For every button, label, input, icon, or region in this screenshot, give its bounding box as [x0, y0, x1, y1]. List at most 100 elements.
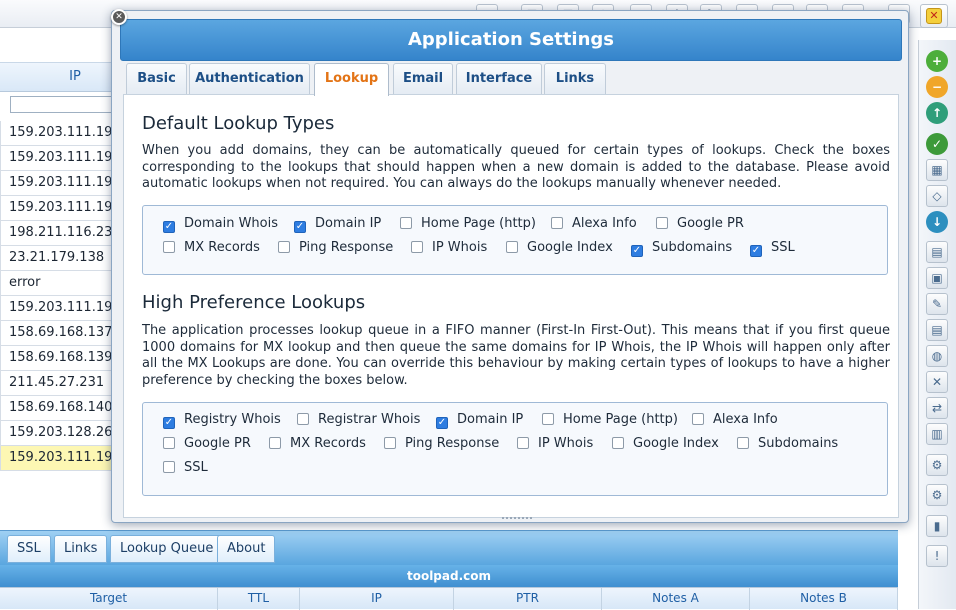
checkbox-label: MX Records — [184, 240, 260, 255]
table-row[interactable]: 211.45.27.231 — [0, 371, 120, 396]
checkbox-icon — [163, 437, 175, 449]
column-header-ip[interactable]: IP — [300, 588, 454, 610]
detail-tab-bar: SSL Links Lookup Queue About — [0, 530, 898, 565]
settings-icon[interactable]: ⚙ — [926, 454, 948, 476]
calendar-icon[interactable]: ▦ — [926, 159, 948, 181]
tab-links[interactable]: Links — [54, 535, 108, 563]
report-icon[interactable]: ▤ — [926, 319, 948, 341]
checkbox-google-pr[interactable]: Google PR — [656, 214, 744, 234]
checkbox-home-page[interactable]: Home Page (http) — [400, 214, 536, 234]
config-icon[interactable]: ⚙ — [926, 484, 948, 506]
clipboard-icon[interactable]: ▥ — [926, 423, 948, 445]
table-row[interactable]: 159.203.111.198 — [0, 121, 121, 146]
table-row[interactable]: 159.203.111.198 — [0, 171, 121, 196]
selected-domain-label: toolpad.com — [0, 565, 898, 587]
dialog-titlebar[interactable]: Application Settings — [120, 19, 902, 61]
transfer-icon[interactable]: ⇄ — [926, 397, 948, 419]
checkbox-subdomains-priority[interactable]: Subdomains — [737, 434, 838, 454]
check-icon[interactable]: ✓ — [926, 133, 948, 155]
checkbox-subdomains[interactable]: ✓ Subdomains — [631, 238, 732, 258]
checkbox-domain-whois[interactable]: ✓ Domain Whois — [163, 214, 278, 234]
checkbox-label: Google Index — [527, 240, 613, 255]
table-row[interactable]: 23.21.179.138 — [0, 246, 120, 271]
add-record-icon[interactable]: ▤ — [926, 241, 948, 263]
checkbox-label: Google PR — [184, 436, 251, 451]
table-row[interactable]: 159.203.111.198 — [0, 296, 121, 321]
checkbox-icon — [163, 461, 175, 473]
folder-icon[interactable]: ▣ — [926, 267, 948, 289]
warning-icon[interactable]: ! — [926, 545, 948, 567]
table-row[interactable]: 158.69.168.139 — [0, 346, 120, 371]
checkbox-alexa-info-priority[interactable]: Alexa Info — [692, 410, 778, 430]
table-row[interactable]: 159.203.111.198 — [0, 196, 121, 221]
checkbox-icon — [612, 437, 624, 449]
globe-settings-icon[interactable]: ◍ — [926, 345, 948, 367]
checkbox-domain-ip[interactable]: ✓ Domain IP — [294, 214, 381, 234]
move-up-icon[interactable]: ↑ — [926, 102, 948, 124]
checkbox-mx-records[interactable]: MX Records — [163, 238, 260, 258]
checkbox-home-page-priority[interactable]: Home Page (http) — [542, 410, 678, 430]
book-icon[interactable]: ▮ — [926, 515, 948, 537]
checkbox-label: Home Page (http) — [563, 412, 678, 427]
dialog-close-button[interactable]: ✕ — [111, 9, 127, 25]
checkbox-registrar-whois[interactable]: Registrar Whois — [297, 410, 420, 430]
checkbox-icon — [384, 437, 396, 449]
checkbox-ip-whois-priority[interactable]: IP Whois — [517, 434, 593, 454]
settings-tab-bar: Basic Authentication Lookup Email Interf… — [126, 63, 896, 96]
tab-lookup[interactable]: Lookup — [314, 63, 389, 96]
table-row[interactable]: 159.203.111.198 — [0, 146, 121, 171]
checkbox-google-index-priority[interactable]: Google Index — [612, 434, 719, 454]
tag-icon[interactable]: ◇ — [926, 185, 948, 207]
checkbox-icon — [269, 437, 281, 449]
tab-basic[interactable]: Basic — [126, 63, 187, 95]
checkbox-alexa-info[interactable]: Alexa Info — [551, 214, 637, 234]
table-row-selected[interactable]: 159.203.111.198 — [0, 446, 121, 471]
tab-about[interactable]: About — [217, 535, 276, 563]
table-row[interactable]: error — [0, 271, 120, 296]
tab-lookup-queue[interactable]: Lookup Queue — [110, 535, 224, 563]
checkbox-ssl[interactable]: ✓ SSL — [750, 238, 795, 258]
resize-grip[interactable] — [502, 517, 532, 521]
checkbox-label: Google Index — [633, 436, 719, 451]
remove-icon[interactable]: − — [926, 76, 948, 98]
dialog-title: Application Settings — [407, 29, 615, 50]
tab-links[interactable]: Links — [544, 63, 606, 95]
exit-button[interactable]: ✕ — [920, 4, 948, 28]
tools-icon[interactable]: ✕ — [926, 371, 948, 393]
table-row[interactable]: 159.203.128.26 — [0, 421, 120, 446]
download-icon[interactable]: ↓ — [926, 211, 948, 233]
checkbox-icon — [551, 217, 563, 229]
tab-interface[interactable]: Interface — [456, 63, 542, 95]
ip-filter-input[interactable] — [10, 96, 120, 113]
column-header-ttl[interactable]: TTL — [218, 588, 300, 610]
checkbox-ssl-priority[interactable]: SSL — [163, 458, 208, 478]
checkbox-mx-records-priority[interactable]: MX Records — [269, 434, 366, 454]
checkbox-domain-ip-priority[interactable]: ✓ Domain IP — [436, 410, 523, 430]
column-header-notes-a[interactable]: Notes A — [602, 588, 750, 610]
tab-ssl[interactable]: SSL — [7, 535, 51, 563]
checkbox-label: Subdomains — [652, 240, 733, 255]
checkbox-label: Alexa Info — [572, 216, 637, 231]
section-description-high-preference: The application processes lookup queue i… — [142, 323, 890, 388]
checkbox-label: Domain IP — [457, 412, 524, 427]
checkbox-registry-whois[interactable]: ✓ Registry Whois — [163, 410, 281, 430]
checkbox-label: Registry Whois — [184, 412, 281, 427]
default-lookups-group: ✓ Domain Whois ✓ Domain IP Home Page (http… — [142, 205, 888, 275]
checkbox-label: Google PR — [677, 216, 744, 231]
tab-email[interactable]: Email — [393, 63, 453, 95]
column-header-notes-b[interactable]: Notes B — [750, 588, 898, 610]
table-row[interactable]: 158.69.168.137 — [0, 321, 120, 346]
table-row[interactable]: 158.69.168.140 — [0, 396, 120, 421]
checkbox-ping-response[interactable]: Ping Response — [278, 238, 393, 258]
checkbox-google-pr-priority[interactable]: Google PR — [163, 434, 251, 454]
column-header-ptr[interactable]: PTR — [454, 588, 602, 610]
column-header-target[interactable]: Target — [0, 588, 218, 610]
pencil-icon[interactable]: ✎ — [926, 293, 948, 315]
checkbox-google-index[interactable]: Google Index — [506, 238, 613, 258]
add-icon[interactable]: + — [926, 50, 948, 72]
table-row[interactable]: 198.211.116.234 — [0, 221, 121, 246]
checkbox-icon — [542, 413, 554, 425]
checkbox-ip-whois[interactable]: IP Whois — [411, 238, 487, 258]
tab-authentication[interactable]: Authentication — [189, 63, 310, 95]
checkbox-ping-response-priority[interactable]: Ping Response — [384, 434, 499, 454]
